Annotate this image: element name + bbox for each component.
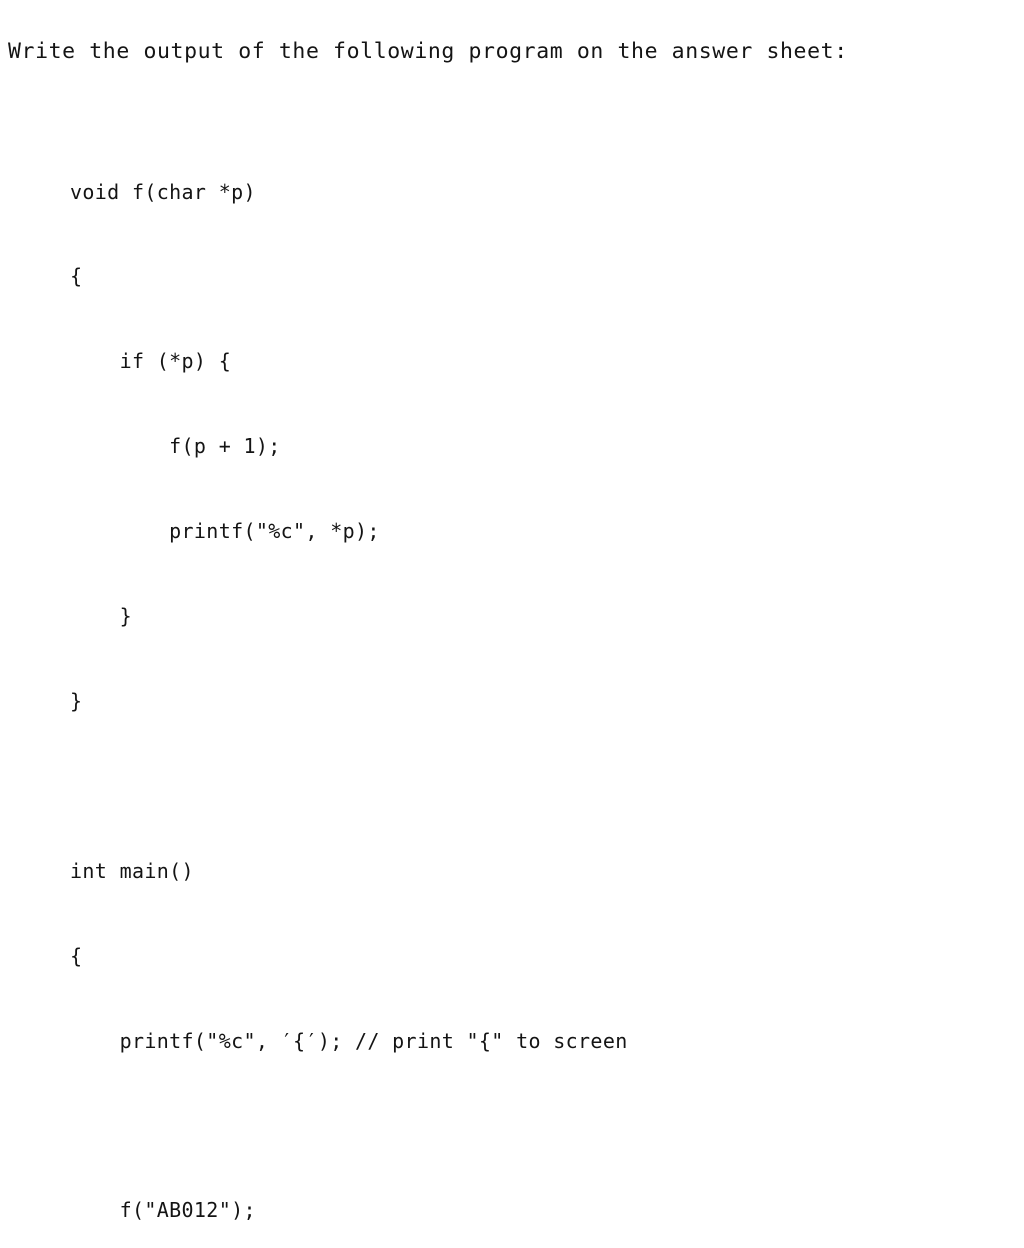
code-line: void f(char *p) — [70, 179, 256, 204]
code-line: printf("%c", *p); — [70, 519, 380, 544]
code-line: f("AB012"); — [70, 1198, 256, 1223]
code-listing: void f(char *p) { if (*p) { f(p + 1); pr… — [70, 121, 628, 1248]
code-line: { — [70, 943, 83, 968]
code-line: f(p + 1); — [70, 434, 281, 459]
code-line: printf("%c", ′{′); // print "{" to scree… — [70, 1028, 628, 1053]
code-line: } — [70, 688, 83, 713]
code-line: if (*p) { — [70, 349, 232, 374]
code-line: } — [70, 604, 132, 629]
question-prompt: Write the output of the following progra… — [8, 39, 848, 64]
code-line: int main() — [70, 858, 194, 883]
document-page: Write the output of the following progra… — [0, 0, 1024, 1222]
code-line: { — [70, 264, 83, 289]
